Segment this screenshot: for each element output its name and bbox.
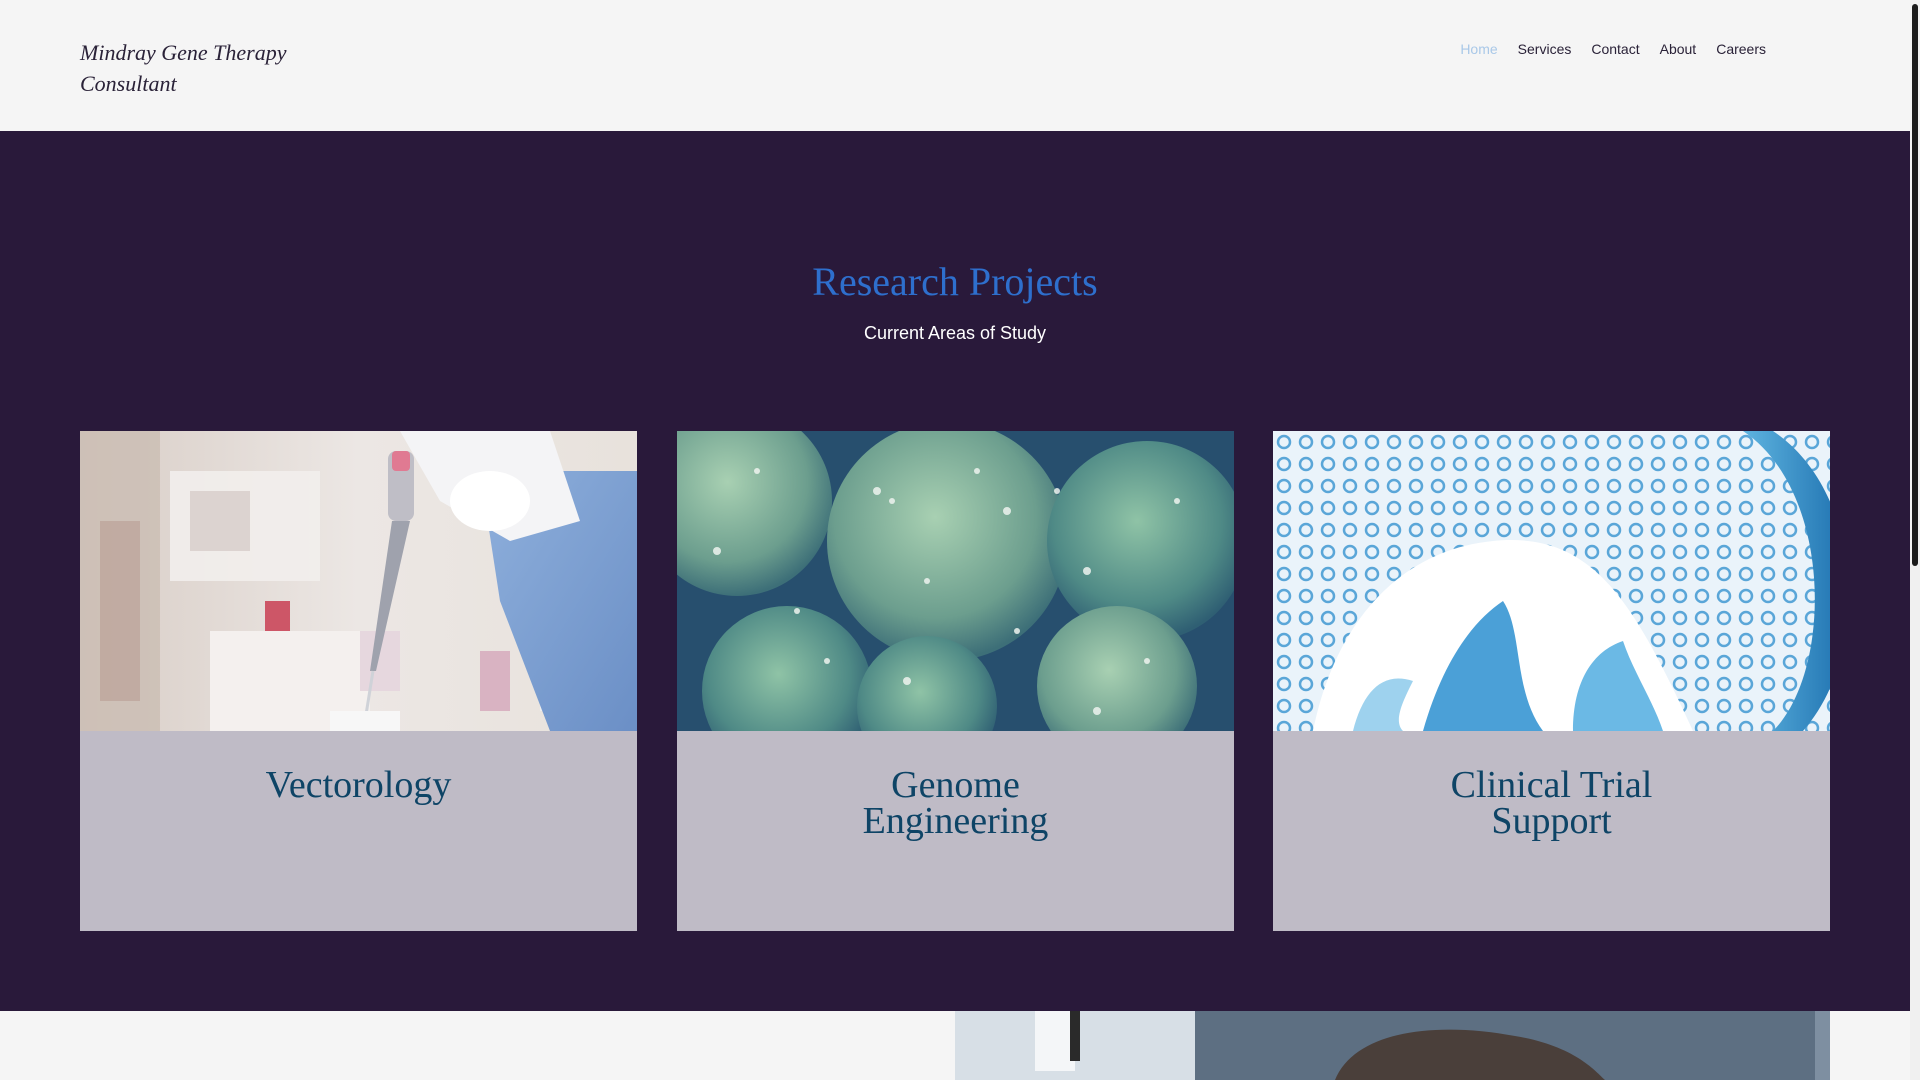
card-genome-engineering[interactable]: Genome Engineering [677,431,1234,931]
card-title-line: Vectorology [265,764,452,806]
next-section-preview [0,1011,1910,1080]
cells-microscopy-photo [677,431,1234,731]
brand-line-1: Mindray Gene Therapy [80,40,287,65]
card-title-line: Clinical Trial [1450,764,1653,806]
site-brand-link[interactable]: Mindray Gene Therapy Consultant [80,37,340,99]
card-title-line: Support [1491,800,1612,842]
scientist-photo [955,1011,1830,1080]
nav-about[interactable]: About [1650,39,1707,59]
card-title: Clinical Trial Support [1273,731,1830,842]
research-subtitle: Current Areas of Study [863,323,1047,343]
scrollbar-thumb[interactable] [1912,4,1918,566]
card-title: Vectorology [80,731,637,806]
lab-pipette-photo [80,431,637,731]
nav-services[interactable]: Services [1508,39,1582,59]
card-title: Genome Engineering [677,731,1234,842]
main-nav: Home Services Contact About Careers [1450,39,1776,59]
site-header: Mindray Gene Therapy Consultant Home Ser… [0,0,1910,131]
brand-line-2: Consultant [80,71,177,96]
card-title-line: Genome [891,764,1020,806]
nav-contact[interactable]: Contact [1581,39,1649,59]
blue-culture-dish-photo [1273,431,1830,731]
card-vectorology[interactable]: Vectorology [80,431,637,931]
nav-home[interactable]: Home [1450,39,1507,59]
research-section: Research Projects Current Areas of Study [0,131,1910,1011]
nav-careers[interactable]: Careers [1706,39,1776,59]
page: Mindray Gene Therapy Consultant Home Ser… [0,0,1920,1080]
research-title: Research Projects [812,259,1098,304]
page-scrollbar[interactable] [1910,0,1920,1080]
card-title-line: Engineering [862,800,1049,842]
card-clinical-trial-support[interactable]: Clinical Trial Support [1273,431,1830,931]
